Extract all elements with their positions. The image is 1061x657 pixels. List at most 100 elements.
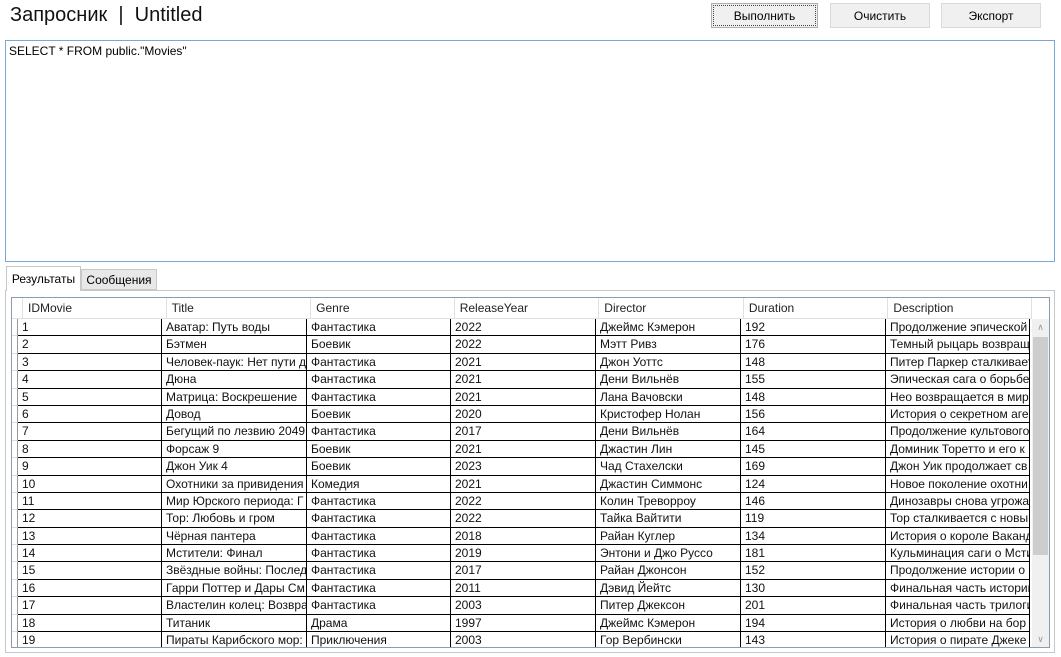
cell-duration[interactable]: 130 [741,579,886,598]
cell-genre[interactable]: Фантастика [307,597,451,615]
cell-idmovie[interactable]: 7 [18,423,162,441]
table-row[interactable]: 2 Бэтмен Боевик 2022 Мэтт Ривз 176 Темный рыца… [12,336,1030,354]
cell-releaseyear[interactable]: 2003 [451,597,596,615]
cell-director[interactable]: Энтони и Джо Руссо [596,545,741,563]
cell-director[interactable]: Джастин Симмонс [596,475,741,493]
cell-idmovie[interactable]: 12 [18,510,162,528]
cell-director[interactable]: Джон Уоттс [596,353,741,372]
cell-duration[interactable]: 194 [741,614,886,633]
cell-genre[interactable]: Фантастика [307,579,451,598]
cell-idmovie[interactable]: 3 [18,353,162,372]
column-header-genre[interactable]: Genre [311,298,455,319]
cell-title[interactable]: Титаник [162,614,307,633]
cell-releaseyear[interactable]: 2018 [451,527,596,546]
scroll-up-icon[interactable]: ∧ [1032,319,1049,336]
cell-director[interactable]: Райан Джонсон [596,562,741,580]
tab-messages[interactable]: Сообщения [81,269,157,290]
cell-title[interactable]: Пираты Карибского мор: [162,632,307,647]
cell-title[interactable]: Гарри Поттер и Дары См [162,579,307,598]
export-button[interactable]: Экспорт [941,3,1041,28]
cell-duration[interactable]: 134 [741,527,886,546]
table-row[interactable]: 7 Бегущий по лезвию 2049 Фантастика 2017 Ден… [12,423,1030,441]
table-row[interactable]: 11 Мир Юрского периода: Г Фантастика 2022 Ко… [12,492,1030,511]
cell-genre[interactable]: Фантастика [307,353,451,372]
table-row[interactable]: 17 Властелин колец: Возвра Фантастика 2003 П… [12,597,1030,615]
table-row[interactable]: 6 Довод Боевик 2020 Кристофер Нолан 156 Истори… [12,405,1030,424]
cell-duration[interactable]: 152 [741,562,886,580]
cell-idmovie[interactable]: 5 [18,388,162,406]
cell-description[interactable]: Динозавры снова угрожа [886,492,1030,511]
cell-idmovie[interactable]: 16 [18,579,162,598]
scroll-thumb[interactable] [1033,337,1048,555]
cell-idmovie[interactable]: 15 [18,562,162,580]
cell-title[interactable]: Форсаж 9 [162,440,307,459]
cell-director[interactable]: Джеймс Кэмерон [596,614,741,633]
cell-releaseyear[interactable]: 2017 [451,562,596,580]
cell-releaseyear[interactable]: 2022 [451,336,596,354]
cell-title[interactable]: Властелин колец: Возвра [162,597,307,615]
cell-idmovie[interactable]: 14 [18,545,162,563]
cell-director[interactable]: Тайка Вайтити [596,510,741,528]
cell-director[interactable]: Чад Стахелски [596,458,741,476]
cell-releaseyear[interactable]: 2021 [451,440,596,459]
cell-duration[interactable]: 148 [741,353,886,372]
cell-director[interactable]: Мэтт Ривз [596,336,741,354]
cell-releaseyear[interactable]: 2023 [451,458,596,476]
cell-releaseyear[interactable]: 1997 [451,614,596,633]
table-row[interactable]: 4 Дюна Фантастика 2021 Дени Вильнёв 155 Эпичес… [12,371,1030,389]
cell-genre[interactable]: Фантастика [307,319,451,337]
cell-releaseyear[interactable]: 2022 [451,492,596,511]
cell-genre[interactable]: Фантастика [307,371,451,389]
cell-duration[interactable]: 176 [741,336,886,354]
cell-genre[interactable]: Фантастика [307,492,451,511]
cell-releaseyear[interactable]: 2021 [451,371,596,389]
cell-title[interactable]: Тор: Любовь и гром [162,510,307,528]
cell-genre[interactable]: Фантастика [307,388,451,406]
cell-genre[interactable]: Боевик [307,458,451,476]
cell-duration[interactable]: 192 [741,319,886,337]
scroll-down-icon[interactable]: ∨ [1032,631,1049,647]
cell-duration[interactable]: 164 [741,423,886,441]
cell-director[interactable]: Кристофер Нолан [596,405,741,424]
cell-description[interactable]: История о пирате Джеке [886,632,1030,647]
column-header-releaseyear[interactable]: ReleaseYear [455,298,600,319]
cell-releaseyear[interactable]: 2021 [451,353,596,372]
cell-duration[interactable]: 155 [741,371,886,389]
cell-genre[interactable]: Боевик [307,440,451,459]
cell-title[interactable]: Дюна [162,371,307,389]
cell-genre[interactable]: Комедия [307,475,451,493]
cell-releaseyear[interactable]: 2003 [451,632,596,647]
cell-duration[interactable]: 148 [741,388,886,406]
cell-idmovie[interactable]: 13 [18,527,162,546]
cell-title[interactable]: Мстители: Финал [162,545,307,563]
cell-duration[interactable]: 169 [741,458,886,476]
table-row[interactable]: 9 Джон Уик 4 Боевик 2023 Чад Стахелски 169 Джо… [12,458,1030,476]
table-row[interactable]: 15 Звёздные войны: Послед Фантастика 2017 Ра… [12,562,1030,580]
cell-title[interactable]: Джон Уик 4 [162,458,307,476]
cell-director[interactable]: Колин Треворроу [596,492,741,511]
cell-title[interactable]: Аватар: Путь воды [162,319,307,337]
cell-genre[interactable]: Фантастика [307,510,451,528]
cell-idmovie[interactable]: 11 [18,492,162,511]
cell-duration[interactable]: 156 [741,405,886,424]
column-header-title[interactable]: Title [167,298,312,319]
cell-title[interactable]: Человек-паук: Нет пути д [162,353,307,372]
cell-description[interactable]: Джон Уик продолжает св [886,458,1030,476]
table-row[interactable]: 14 Мстители: Финал Фантастика 2019 Энтони и … [12,545,1030,563]
vertical-scrollbar[interactable]: ∧ ∨ [1032,319,1049,647]
cell-releaseyear[interactable]: 2022 [451,319,596,337]
cell-description[interactable]: Продолжение культового [886,423,1030,441]
cell-description[interactable]: История о секретном аге [886,405,1030,424]
table-row[interactable]: 3 Человек-паук: Нет пути д Фантастика 2021 Д… [12,353,1030,372]
column-header-director[interactable]: Director [599,298,744,319]
cell-director[interactable]: Дэвид Йейтс [596,579,741,598]
cell-releaseyear[interactable]: 2017 [451,423,596,441]
cell-idmovie[interactable]: 19 [18,632,162,647]
query-editor[interactable]: SELECT * FROM public."Movies" [5,40,1055,262]
cell-duration[interactable]: 145 [741,440,886,459]
cell-duration[interactable]: 124 [741,475,886,493]
cell-description[interactable]: Продолжение эпической [886,319,1030,337]
table-row[interactable]: 19 Пираты Карибского мор: Приключения 2003 Г… [12,632,1030,647]
cell-idmovie[interactable]: 6 [18,405,162,424]
cell-title[interactable]: Мир Юрского периода: Г [162,492,307,511]
